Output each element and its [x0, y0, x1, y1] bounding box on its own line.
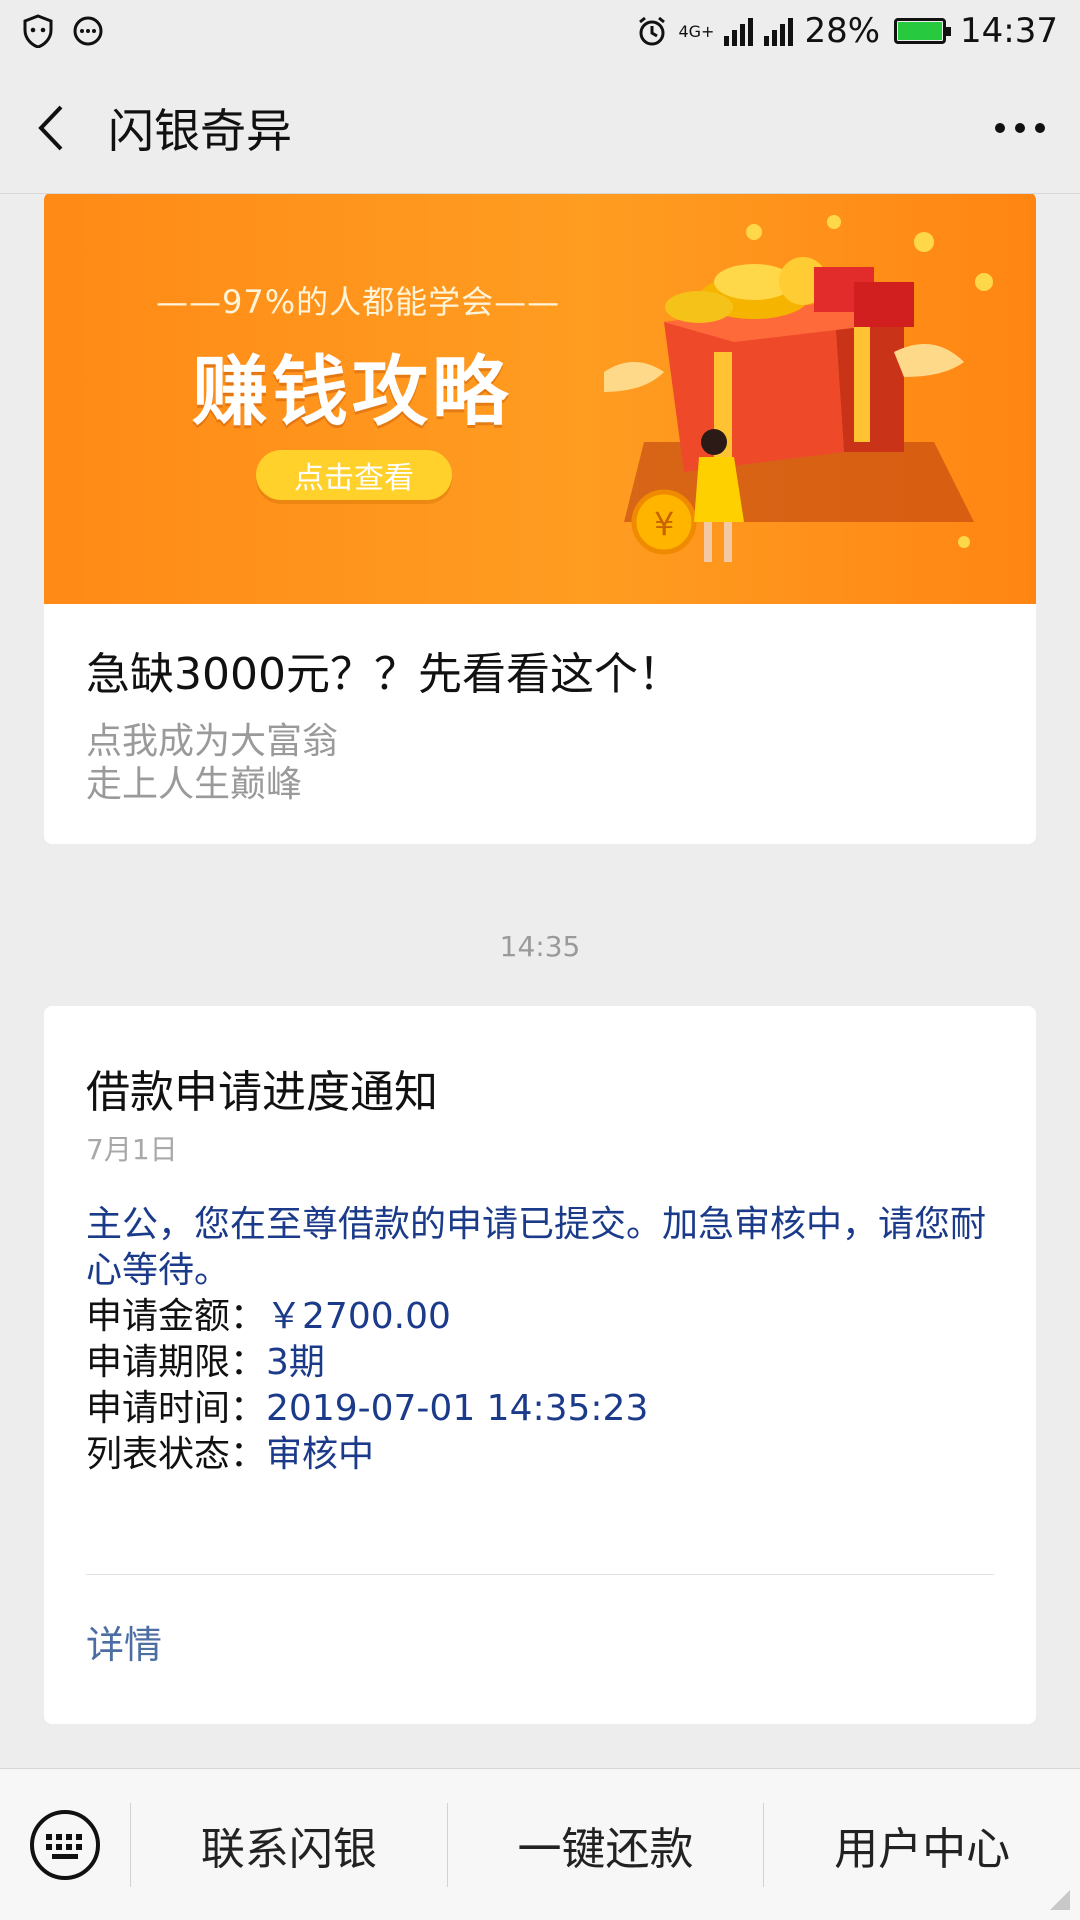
- more-button[interactable]: [960, 62, 1080, 194]
- article-banner[interactable]: ——97%的人都能学会—— 赚钱攻略 点击查看 ¥: [44, 194, 1036, 604]
- menu-contact[interactable]: 联系闪银: [131, 1769, 447, 1920]
- article-card[interactable]: ——97%的人都能学会—— 赚钱攻略 点击查看 ¥ 急缺3000元？？先看看这个…: [44, 194, 1036, 844]
- detail-value: 3期: [266, 1342, 325, 1383]
- bottom-menu: 联系闪银 一键还款 用户中心: [0, 1768, 1080, 1920]
- back-button[interactable]: [0, 62, 100, 194]
- detail-label: 申请时间：: [86, 1388, 267, 1429]
- detail-row: 申请金额：￥2700.00: [86, 1294, 1006, 1340]
- chat-bubble-icon: [73, 16, 103, 46]
- battery-percent: 28%: [804, 11, 881, 51]
- banner-view-button[interactable]: 点击查看: [256, 450, 452, 500]
- detail-value: ￥2700.00: [266, 1296, 451, 1337]
- banner-tagline: ——97%的人都能学会——: [156, 283, 561, 321]
- network-type: 4G+: [678, 21, 715, 41]
- gift-box-illustration: ¥: [604, 215, 993, 562]
- chevron-left-icon: [38, 105, 63, 150]
- signal-icon: [724, 18, 794, 46]
- notification-body: 主公，您在至尊借款的申请已提交。加急审核中，请您耐心等待。 申请金额：￥2700…: [86, 1202, 1006, 1478]
- svg-text:¥: ¥: [654, 505, 674, 543]
- notification-message: 主公，您在至尊借款的申请已提交。加急审核中，请您耐心等待。: [86, 1204, 987, 1291]
- menu-repay[interactable]: 一键还款: [448, 1769, 764, 1920]
- details-link[interactable]: 详情: [86, 1614, 162, 1669]
- message-timestamp: 14:35: [499, 930, 581, 963]
- banner-title: 赚钱攻略: [192, 347, 512, 436]
- notification-date: 7月1日: [86, 1133, 178, 1166]
- notification-title: 借款申请进度通知: [86, 1067, 438, 1118]
- article-description: 走上人生巅峰: [86, 764, 303, 805]
- shield-icon: [23, 14, 53, 48]
- article-title: 急缺3000元？？先看看这个！: [86, 649, 682, 700]
- keyboard-icon: [30, 1809, 100, 1880]
- resize-corner-icon: [1050, 1890, 1070, 1910]
- message-feed[interactable]: ——97%的人都能学会—— 赚钱攻略 点击查看 ¥ 急缺3000元？？先看看这个…: [0, 194, 1080, 1768]
- keyboard-toggle-button[interactable]: [0, 1769, 130, 1920]
- battery-icon: [894, 18, 952, 44]
- detail-row: 申请时间：2019-07-01 14:35:23: [86, 1386, 1006, 1432]
- status-bar: 4G+ 28% 14:37: [0, 0, 1080, 62]
- detail-label: 申请期限：: [86, 1342, 267, 1383]
- detail-row: 申请期限：3期: [86, 1340, 1006, 1386]
- clock: 14:37: [960, 11, 1058, 51]
- menu-user-center[interactable]: 用户中心: [764, 1769, 1080, 1920]
- divider: [86, 1574, 994, 1575]
- detail-label: 列表状态：: [86, 1434, 267, 1475]
- page-title: 闪银奇异: [108, 103, 292, 158]
- notification-card[interactable]: 借款申请进度通知 7月1日 主公，您在至尊借款的申请已提交。加急审核中，请您耐心…: [44, 1006, 1036, 1724]
- detail-value: 审核中: [266, 1434, 375, 1475]
- alarm-icon: [639, 16, 666, 46]
- detail-row: 列表状态：审核中: [86, 1432, 1006, 1478]
- nav-bar: 闪银奇异: [0, 62, 1080, 194]
- detail-value: 2019-07-01 14:35:23: [266, 1388, 649, 1429]
- detail-label: 申请金额：: [86, 1296, 267, 1337]
- more-dots-icon: [995, 122, 1045, 133]
